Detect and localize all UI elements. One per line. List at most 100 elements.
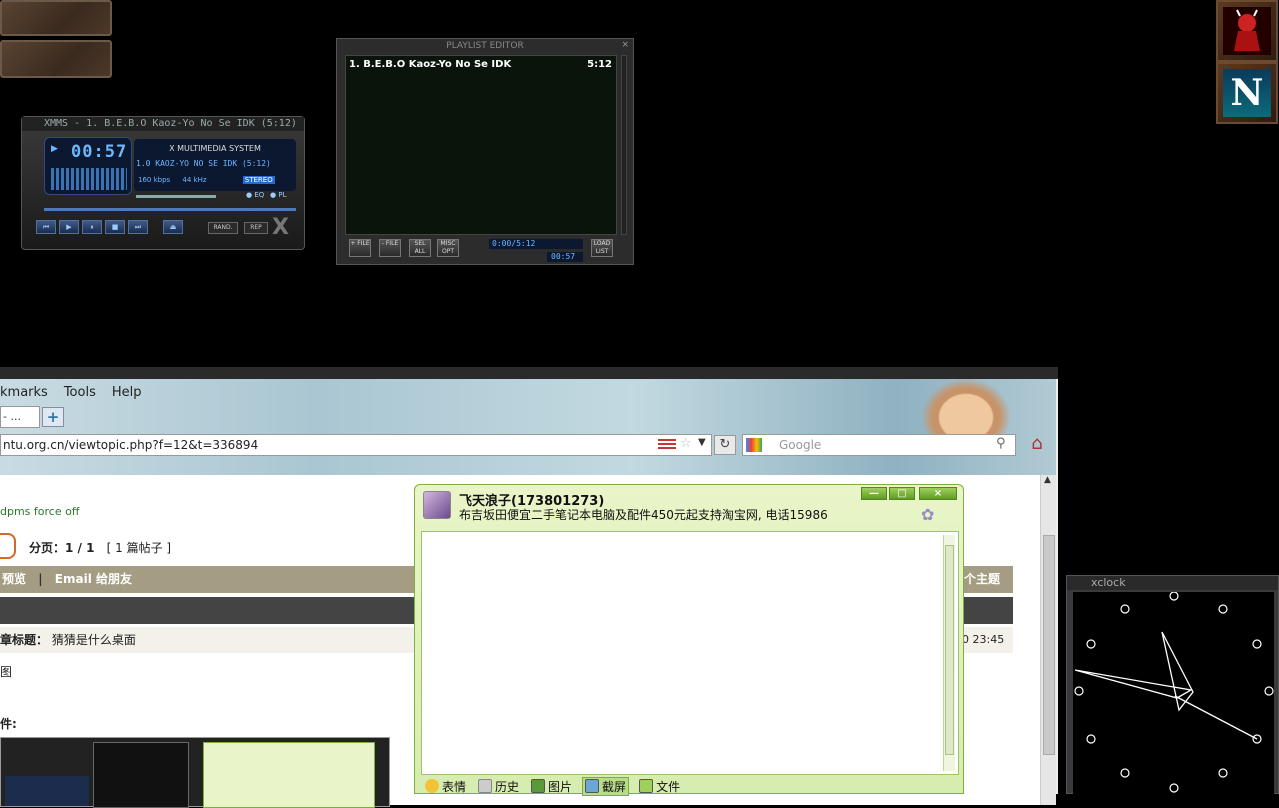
stop-button[interactable]: ■ — [105, 220, 125, 234]
post-count: [ 1 篇帖子 ] — [106, 541, 172, 555]
playlist-list[interactable]: 1. B.E.B.O Kaoz-Yo No Se IDK 5:12 — [345, 55, 617, 235]
xmms-time[interactable]: 00:57 — [71, 142, 127, 162]
playlist-window[interactable]: PLAYLIST EDITOR × 1. B.E.B.O Kaoz-Yo No … — [336, 38, 634, 265]
url-bar[interactable]: ntu.org.cn/viewtopic.php?f=12&t=336894 — [0, 434, 712, 456]
file-icon — [639, 779, 654, 793]
misc-options-button[interactable]: MISC OPT — [437, 239, 459, 257]
flower-icon: ✿ — [921, 505, 935, 524]
search-input[interactable]: Google — [742, 434, 1016, 456]
history-label: 历史 — [495, 779, 520, 794]
xmms-brand: X MULTIMEDIA SYSTEM — [169, 144, 261, 153]
maximize-button[interactable]: □ — [889, 487, 915, 500]
chat-scrollbar[interactable] — [943, 535, 955, 771]
pager-desktop-2[interactable] — [0, 40, 112, 78]
xmms-freq: 44 kHz — [182, 176, 207, 184]
xmms-stereo: STEREO — [242, 176, 275, 184]
chevron-down-icon[interactable]: ▼ — [698, 437, 706, 448]
email-friend-link[interactable]: Email 给朋友 — [55, 572, 132, 586]
pause-button[interactable]: ⏸ — [82, 220, 102, 234]
load-list-button[interactable]: LOAD LIST — [591, 239, 613, 257]
browser-theme-banner — [0, 379, 1056, 475]
scroll-thumb[interactable] — [1043, 535, 1055, 755]
minimize-button[interactable]: — — [861, 487, 887, 500]
page-scrollbar[interactable]: ▲ — [1040, 475, 1056, 805]
pl-toggle[interactable]: ● PL — [270, 191, 286, 199]
play-indicator-icon: ▶ — [51, 144, 58, 154]
post-title-label: 章标题： — [0, 633, 49, 647]
select-all-button[interactable]: SEL ALL — [409, 239, 431, 257]
new-tab-button[interactable]: + — [42, 407, 64, 427]
bsd-daemon-icon — [1223, 7, 1271, 55]
seek-bar[interactable] — [44, 208, 296, 211]
flag-icon — [658, 439, 676, 451]
xclock-window[interactable]: xclock — [1066, 575, 1279, 795]
close-button[interactable]: × — [919, 487, 957, 500]
search-icon[interactable]: ⚲ — [996, 436, 1006, 451]
playlist-title[interactable]: PLAYLIST EDITOR — [337, 39, 633, 53]
scroll-up-icon[interactable]: ▲ — [1044, 475, 1051, 485]
emoticon-button[interactable]: 表情 — [423, 778, 468, 795]
google-icon — [746, 438, 762, 452]
clock-face — [1073, 591, 1274, 795]
repeat-button[interactable]: REP — [244, 222, 268, 234]
xmms-track: 1.0 KAOZ-YO NO SE IDK (5:12) — [136, 159, 271, 168]
preview-link[interactable]: 预览 — [2, 572, 26, 586]
picture-icon — [531, 779, 546, 793]
qq-chat-window[interactable]: 飞天浪子(173801273) 布吉坂田便宜二手笔记本电脑及配件450元起支持淘… — [414, 484, 964, 796]
screenshot-button[interactable]: 截屏 — [582, 776, 630, 796]
history-button[interactable]: 历史 — [476, 778, 521, 795]
playlist-scrollbar[interactable] — [621, 55, 627, 235]
xmms-window[interactable]: XMMS - 1. B.E.B.O Kaoz-Yo No Se IDK (5:1… — [21, 116, 305, 250]
attachment-thumbnail[interactable] — [0, 737, 390, 808]
add-file-button[interactable]: + FILE — [349, 239, 371, 257]
post-text: 图 — [0, 665, 13, 679]
qq-header: 飞天浪子(173801273) 布吉坂田便宜二手笔记本电脑及配件450元起支持淘… — [415, 485, 963, 527]
menu-bookmarks[interactable]: kmarks — [0, 385, 48, 400]
pl-label: PL — [278, 191, 287, 199]
home-icon[interactable]: ⌂ — [1022, 433, 1052, 457]
xmms-logo: X — [272, 215, 289, 240]
avatar[interactable] — [423, 491, 451, 519]
clock-ticks — [1074, 591, 1274, 793]
prev-button[interactable]: ⏮ — [36, 220, 56, 234]
file-label: 文件 — [656, 779, 681, 794]
picture-button[interactable]: 图片 — [529, 778, 574, 795]
back-button[interactable] — [0, 533, 16, 559]
post-time: 0 23:45 — [962, 633, 1005, 646]
next-button[interactable]: ⏭ — [128, 220, 148, 234]
xmms-bitrate: 160 kbps — [138, 176, 171, 184]
xmms-info-panel: X MULTIMEDIA SYSTEM 1.0 KAOZ-YO NO SE ID… — [134, 139, 296, 191]
chat-toolbar: 表情 历史 图片 截屏 文件 — [423, 776, 682, 796]
menu-tools[interactable]: Tools — [64, 385, 96, 400]
volume-slider[interactable] — [136, 195, 216, 198]
menu-help[interactable]: Help — [112, 385, 142, 400]
visualizer — [51, 168, 127, 190]
dpms-text: dpms force off — [0, 505, 80, 518]
close-icon[interactable]: × — [621, 40, 629, 50]
chat-message-area[interactable] — [421, 531, 959, 775]
xmms-lcd: ▶ 00:57 — [44, 137, 132, 195]
eject-button[interactable]: ⏏ — [163, 220, 183, 234]
tab-current[interactable]: - ... — [0, 406, 40, 428]
history-icon — [478, 779, 493, 793]
menu-bar: kmarks Tools Help — [0, 381, 141, 403]
screenshot-icon — [585, 779, 600, 793]
eq-toggle[interactable]: ● EQ — [246, 191, 264, 199]
topic-link[interactable]: 个主题 — [964, 566, 1000, 593]
emoticon-label: 表情 — [442, 779, 467, 794]
picture-label: 图片 — [548, 779, 573, 794]
reload-button[interactable]: ↻ — [714, 435, 736, 455]
clock-svg — [1074, 591, 1274, 793]
dock-app-netscape[interactable]: N — [1216, 62, 1278, 124]
dock-app-daemon[interactable] — [1216, 0, 1278, 62]
xclock-title[interactable]: xclock — [1067, 576, 1278, 590]
pager-desktop-1[interactable] — [0, 0, 112, 36]
contact-signature: 布吉坂田便宜二手笔记本电脑及配件450元起支持淘宝网, 电话15986 — [459, 508, 828, 522]
play-button[interactable]: ▶ — [59, 220, 79, 234]
shuffle-button[interactable]: RAND. — [208, 222, 238, 234]
bookmark-star-icon[interactable]: ☆ — [680, 436, 692, 451]
playlist-item[interactable]: 1. B.E.B.O Kaoz-Yo No Se IDK — [349, 59, 511, 70]
remove-file-button[interactable]: - FILE — [379, 239, 401, 257]
file-button[interactable]: 文件 — [637, 778, 682, 795]
xmms-title[interactable]: XMMS - 1. B.E.B.O Kaoz-Yo No Se IDK (5:1… — [22, 117, 304, 131]
